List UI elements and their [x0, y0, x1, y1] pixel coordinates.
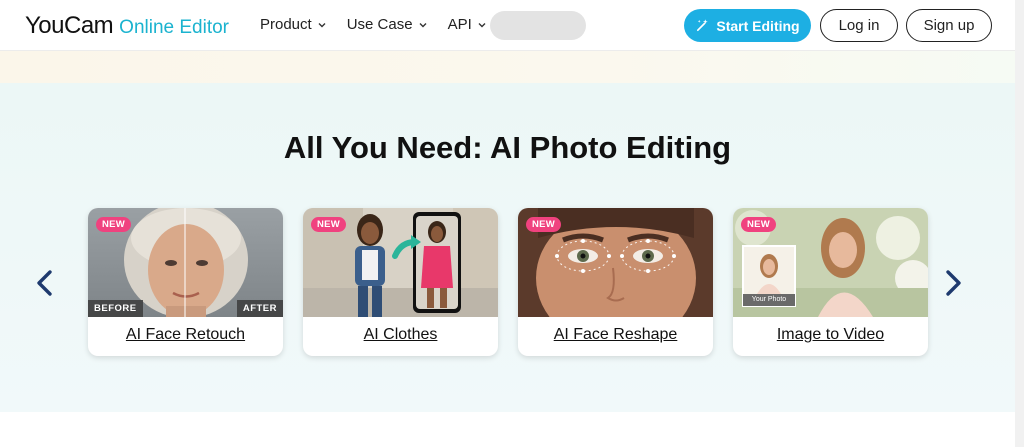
page-scrollbar[interactable]	[1015, 0, 1024, 447]
nav-product[interactable]: Product	[260, 16, 327, 33]
card-image-face-retouch: NEW BEFORE AFTER	[88, 208, 283, 317]
after-label: AFTER	[236, 300, 283, 317]
login-button[interactable]: Log in	[820, 9, 898, 42]
nav-use-case[interactable]: Use Case	[347, 16, 428, 33]
top-navbar: YouCam Online Editor Product Use Case API…	[0, 0, 1024, 51]
section-title: All You Need: AI Photo Editing	[283, 130, 732, 165]
login-label: Log in	[838, 17, 880, 34]
signup-label: Sign up	[923, 17, 975, 34]
bottom-area	[0, 412, 1015, 447]
chevron-down-icon	[318, 22, 326, 27]
start-editing-label: Start Editing	[716, 17, 800, 34]
new-badge: NEW	[741, 217, 777, 232]
card-label-image-to-video[interactable]: Image to Video	[733, 326, 928, 344]
new-badge: NEW	[526, 217, 562, 232]
nav-product-label: Product	[260, 16, 312, 33]
chevron-down-icon	[419, 22, 427, 27]
chevron-down-icon	[478, 22, 486, 27]
nav-use-case-label: Use Case	[346, 16, 413, 33]
card-label-ai-clothes[interactable]: AI Clothes	[303, 326, 498, 344]
logo-sub-text: Online Editor	[119, 17, 230, 38]
nav-api[interactable]: API	[448, 16, 487, 33]
before-label: BEFORE	[88, 300, 143, 317]
card-label-ai-face-reshape[interactable]: AI Face Reshape	[518, 326, 713, 344]
carousel-prev-arrow-icon[interactable]	[32, 268, 58, 298]
card-label-ai-face-retouch[interactable]: AI Face Retouch	[88, 326, 283, 344]
search-placeholder-pill[interactable]	[490, 11, 586, 40]
start-editing-button[interactable]: Start Editing	[684, 9, 811, 42]
feature-card-image-to-video[interactable]: NEW Your Photo Image to Video	[733, 208, 928, 356]
carousel-next-arrow-icon[interactable]	[940, 268, 966, 298]
signup-button[interactable]: Sign up	[906, 9, 992, 42]
feature-card-ai-face-retouch[interactable]: NEW BEFORE AFTER AI Face Retouch	[88, 208, 283, 356]
new-badge: NEW	[96, 217, 132, 232]
your-photo-caption: Your Photo	[751, 296, 787, 303]
card-image-ai-clothes: NEW	[303, 208, 498, 317]
top-band	[0, 51, 1015, 83]
nav-api-label: API	[447, 16, 472, 33]
feature-card-ai-clothes[interactable]: NEW AI Clothes	[303, 208, 498, 356]
card-image-image-to-video: NEW Your Photo	[733, 208, 928, 317]
magic-wand-icon	[697, 19, 709, 32]
card-image-face-reshape: NEW	[518, 208, 713, 317]
main-nav: Product Use Case API	[260, 16, 487, 33]
logo-main-text: YouCam	[25, 12, 114, 39]
youcam-logo[interactable]: YouCam Online Editor	[25, 12, 229, 40]
new-badge: NEW	[311, 217, 347, 232]
feature-card-ai-face-reshape[interactable]: NEW AI Face Reshape	[518, 208, 713, 356]
